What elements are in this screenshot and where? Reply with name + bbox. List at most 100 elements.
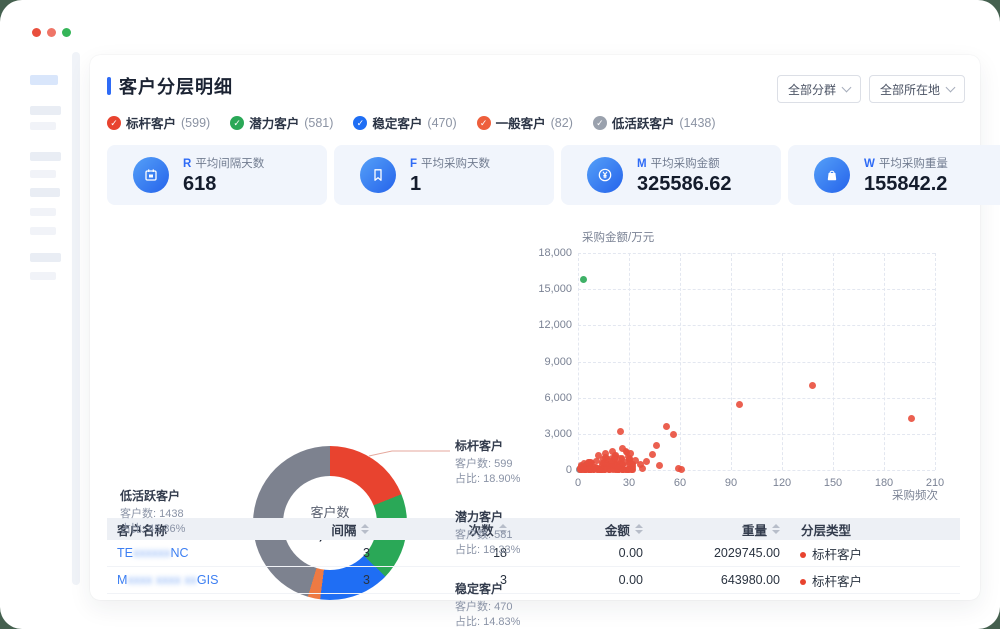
title-accent-bar	[107, 77, 111, 95]
legend-label: 低活跃客户	[612, 113, 675, 132]
customer-name-cell: Mxxxx xxxx xxGIS	[107, 573, 240, 587]
zoom-window-button[interactable]	[62, 28, 71, 37]
segment-dot-icon	[800, 552, 806, 558]
sort-carets-icon[interactable]	[361, 524, 369, 534]
stat-letter: W	[864, 158, 875, 170]
column-header-间隔[interactable]: 间隔	[240, 518, 379, 540]
x-tick-label: 180	[875, 477, 893, 489]
sidebar-skeleton-bar	[30, 253, 61, 262]
name-part: NC	[170, 546, 188, 560]
caret-up-icon	[635, 524, 643, 528]
close-window-button[interactable]	[32, 28, 41, 37]
donut-callout-潜力客户: 潜力客户客户数: 581占比: 18.33%	[455, 508, 565, 558]
customer-name-link[interactable]: TExxxxxxNC	[117, 546, 189, 560]
x-tick-label: 150	[824, 477, 842, 489]
window-controls	[32, 28, 71, 37]
filter-dropdown-1[interactable]: 全部分群	[777, 75, 861, 103]
legend-item-稳定客户[interactable]: ✓稳定客户(470)	[353, 113, 456, 132]
stat-card-F: F平均采购天数1	[334, 145, 554, 205]
legend-item-低活跃客户[interactable]: ✓低活跃客户(1438)	[593, 113, 716, 132]
calendar-icon	[133, 157, 169, 193]
weight-bag-icon	[814, 157, 850, 193]
scatter-point	[617, 428, 624, 435]
scatter-point	[678, 466, 685, 473]
customer-name-cell: TExxxxxxNC	[107, 546, 240, 560]
sidebar-skeleton-bar	[30, 188, 60, 197]
legend-count: (599)	[181, 116, 210, 130]
stat-value: 1	[410, 173, 490, 196]
callout-count: 客户数: 1438	[120, 507, 230, 522]
check-circle-icon: ✓	[593, 116, 607, 130]
scatter-point	[670, 431, 677, 438]
minimize-window-button[interactable]	[47, 28, 56, 37]
cell-间隔: 3	[240, 546, 380, 560]
chevron-down-icon	[946, 83, 956, 93]
scatter-point	[656, 462, 663, 469]
stat-value: 155842.2	[864, 173, 948, 196]
stat-card-W: W平均采购重量 155842.2	[788, 145, 1000, 205]
stat-letter: R	[183, 158, 191, 170]
stat-label: M平均采购金额	[637, 155, 732, 171]
sort-carets-icon[interactable]	[635, 524, 643, 534]
sort-carets-icon[interactable]	[772, 524, 780, 534]
gridline-vertical	[935, 253, 936, 470]
stat-label: R平均间隔天数	[183, 155, 264, 171]
check-circle-icon: ✓	[477, 116, 491, 130]
caret-down-icon	[635, 530, 643, 534]
y-tick-label: 18,000	[526, 247, 572, 259]
cell-重量: 2029745.00	[653, 546, 790, 560]
legend-label: 一般客户	[496, 113, 546, 132]
check-circle-icon: ✓	[230, 116, 244, 130]
redacted-name-part: xxxx xxxx xx	[127, 573, 196, 587]
column-header-label: 分层类型	[801, 520, 851, 539]
sidebar-skeleton-bar	[30, 272, 56, 280]
scatter-point	[653, 442, 660, 449]
callout-percent: 占比: 18.90%	[455, 472, 565, 487]
gridline-horizontal	[578, 398, 935, 399]
callout-count: 客户数: 581	[455, 528, 565, 543]
customer-name-link[interactable]: Mxxxx xxxx xxGIS	[117, 573, 218, 587]
callout-title: 标杆客户	[455, 437, 565, 454]
scatter-point	[809, 382, 816, 389]
check-circle-icon: ✓	[107, 116, 121, 130]
name-part: M	[117, 573, 127, 587]
page-title: 客户分层明细	[119, 73, 233, 99]
scatter-x-axis-title: 采购频次	[892, 487, 938, 503]
callout-title: 低活跃客户	[120, 487, 230, 504]
x-tick-label: 210	[926, 477, 944, 489]
callout-percent: 占比: 18.33%	[455, 543, 565, 558]
filter-dropdown-2[interactable]: 全部所在地	[869, 75, 965, 103]
scatter-point	[577, 465, 584, 472]
stat-label: W平均采购重量	[864, 155, 948, 171]
callout-percent: 占比: 45.36%	[120, 522, 230, 537]
caret-down-icon	[361, 530, 369, 534]
legend-count: (82)	[551, 116, 573, 130]
column-header-重量[interactable]: 重量	[654, 518, 790, 540]
legend-item-标杆客户[interactable]: ✓标杆客户(599)	[107, 113, 210, 132]
legend-count: (470)	[427, 116, 456, 130]
x-tick-label: 120	[773, 477, 791, 489]
filter-group: 全部分群 全部所在地	[777, 75, 965, 103]
app-window: 客户分层明细 全部分群全部所在地 ✓标杆客户(599)✓潜力客户(581)✓稳定…	[0, 0, 1000, 629]
legend-item-一般客户[interactable]: ✓ 一般客户 (82)	[477, 113, 573, 132]
caret-down-icon	[772, 530, 780, 534]
sidebar-skeleton-bar	[30, 152, 61, 161]
callout-title: 潜力客户	[455, 508, 565, 525]
x-tick-label: 0	[575, 477, 581, 489]
bookmark-icon	[360, 157, 396, 193]
segment-legend: ✓标杆客户(599)✓潜力客户(581)✓稳定客户(470)✓一般客户(82)✓…	[107, 113, 716, 132]
filter-dropdown-label: 全部分群	[788, 81, 836, 98]
scatter-point	[580, 276, 587, 283]
legend-item-潜力客户[interactable]: ✓潜力客户(581)	[230, 113, 333, 132]
segment-label: 标杆客户	[812, 548, 862, 562]
scatter-point	[663, 423, 670, 430]
stat-value: 618	[183, 173, 264, 196]
stat-letter: F	[410, 158, 417, 170]
check-circle-icon: ✓	[353, 116, 367, 130]
gridline-horizontal	[578, 362, 935, 363]
callout-count: 客户数: 470	[455, 600, 565, 615]
callout-percent: 占比: 14.83%	[455, 615, 565, 629]
donut-callout-低活跃客户: 低活跃客户客户数: 1438占比: 45.36%	[120, 487, 230, 537]
sidebar-divider	[72, 52, 80, 585]
caret-up-icon	[772, 524, 780, 528]
